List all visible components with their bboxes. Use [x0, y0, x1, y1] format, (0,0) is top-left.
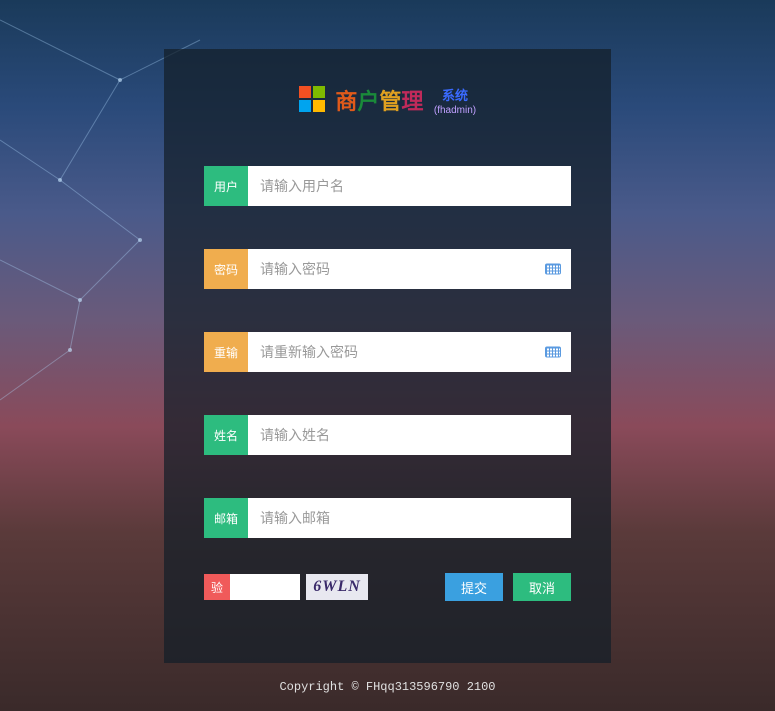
- register-panel: 商户管理 系统 (fhadmin) 用户 密码 重输 姓名 邮箱: [164, 49, 611, 663]
- logo-title: 商户管理 系统 (fhadmin): [164, 84, 611, 116]
- username-input[interactable]: [248, 166, 571, 206]
- cancel-button[interactable]: 取消: [513, 573, 571, 601]
- captcha-group: 验 6WLN: [204, 574, 368, 600]
- email-input[interactable]: [248, 498, 571, 538]
- realname-label: 姓名: [204, 415, 248, 455]
- repassword-input[interactable]: [248, 332, 571, 372]
- email-label: 邮箱: [204, 498, 248, 538]
- keyboard-icon[interactable]: [545, 347, 561, 358]
- realname-input[interactable]: [248, 415, 571, 455]
- realname-field-row: 姓名: [204, 415, 571, 455]
- copyright-text: Copyright © FHqq313596790 2100: [0, 680, 775, 694]
- repassword-field-row: 重输: [204, 332, 571, 372]
- submit-button[interactable]: 提交: [445, 573, 503, 601]
- logo-icon: [299, 86, 327, 114]
- password-label: 密码: [204, 249, 248, 289]
- app-title: 商户管理: [335, 84, 423, 116]
- captcha-input[interactable]: [230, 574, 300, 600]
- email-field-row: 邮箱: [204, 498, 571, 538]
- captcha-label: 验: [204, 574, 230, 600]
- password-field-row: 密码: [204, 249, 571, 289]
- username-field-row: 用户: [204, 166, 571, 206]
- keyboard-icon[interactable]: [545, 264, 561, 275]
- captcha-image[interactable]: 6WLN: [306, 574, 368, 600]
- repassword-label: 重输: [204, 332, 248, 372]
- password-input[interactable]: [248, 249, 571, 289]
- app-subtitle: 系统 (fhadmin): [434, 85, 476, 116]
- username-label: 用户: [204, 166, 248, 206]
- bottom-row: 验 6WLN 提交 取消: [164, 573, 611, 601]
- register-form: 用户 密码 重输 姓名 邮箱: [164, 166, 611, 538]
